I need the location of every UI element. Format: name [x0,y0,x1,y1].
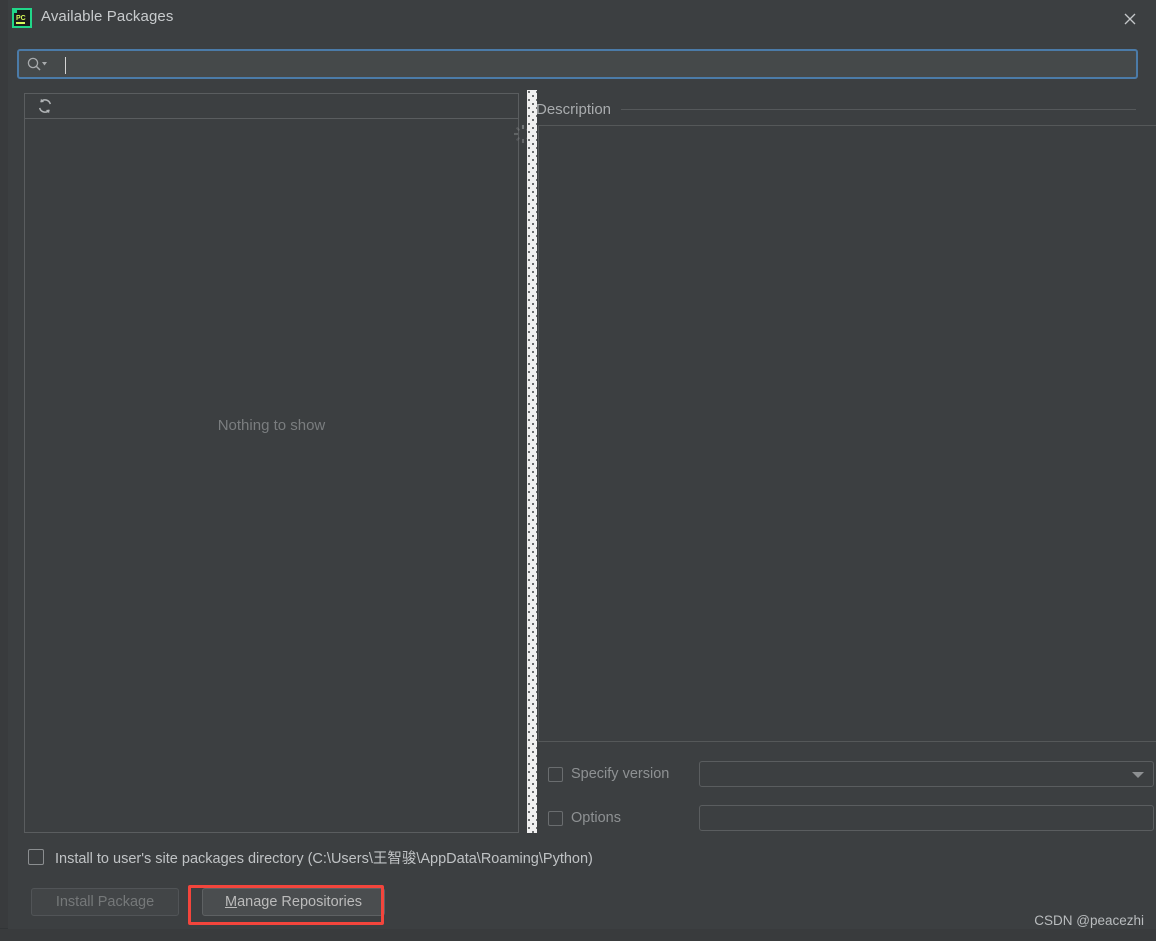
svg-text:PC: PC [16,15,26,22]
description-separator [621,108,1136,110]
pycharm-icon: PC [11,7,33,29]
version-combobox[interactable] [699,761,1154,787]
packages-list[interactable]: Nothing to show [25,119,518,832]
install-package-button[interactable]: Install Package [31,888,179,916]
available-packages-panel: Nothing to show [24,93,532,833]
available-packages-dialog: PC Available Packages Nothing to show De… [8,0,1156,929]
page-title: Available Packages [41,8,174,25]
search-input[interactable] [48,52,1136,76]
search-icon[interactable] [26,56,48,72]
dialog-titlebar: PC Available Packages [8,0,1156,38]
application-root: PC Available Packages Nothing to show De… [0,0,1156,941]
packages-toolbar [25,94,518,119]
search-field[interactable] [17,49,1138,79]
specify-version-checkbox[interactable] [548,766,563,782]
manage-repositories-button-label: anage Repositories [237,894,363,910]
manage-repositories-button[interactable]: Manage Repositories [202,888,385,916]
description-header: Description [536,98,1138,120]
close-icon[interactable] [1110,2,1150,36]
options-row: Options [548,805,1154,831]
description-title: Description [536,100,612,118]
refresh-icon[interactable] [36,97,54,115]
text-cursor [65,57,66,74]
background-window-bottom-edge [0,928,1156,941]
manage-repositories-mnemonic: M [224,894,238,910]
description-panel: Description Specify version Options [536,90,1156,833]
dialog-content: Nothing to show Description Specify vers… [17,90,1156,833]
specify-version-row: Specify version [548,761,1154,787]
options-input[interactable] [699,805,1154,831]
watermark-text: CSDN @peacezhi [1034,913,1144,928]
description-body [538,125,1156,742]
chevron-down-icon[interactable] [1132,772,1144,778]
specify-version-label: Specify version [571,766,670,782]
options-label: Options [571,810,621,826]
install-to-user-site-row[interactable]: Install to user's site packages director… [28,846,593,868]
options-checkbox[interactable] [548,810,563,826]
install-to-user-site-label: Install to user's site packages director… [55,850,593,867]
install-package-button-label: Install Package [55,894,155,910]
install-to-user-site-checkbox[interactable] [28,849,44,865]
empty-state-label: Nothing to show [217,417,326,434]
